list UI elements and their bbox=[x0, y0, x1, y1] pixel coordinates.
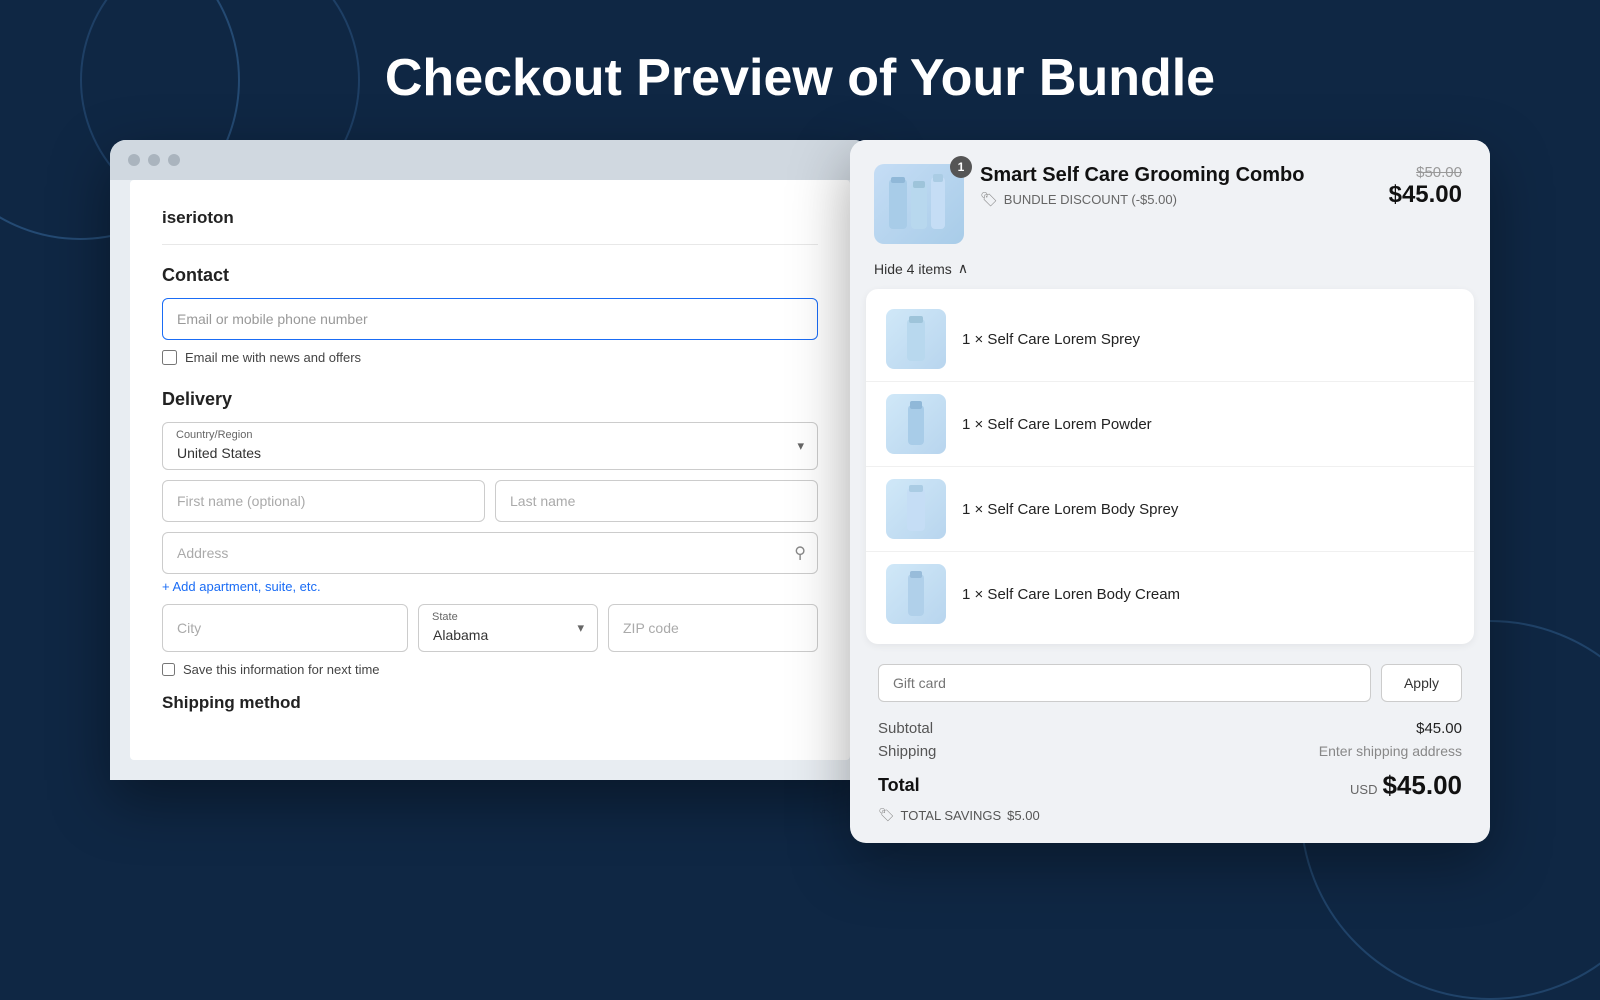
last-name-field[interactable] bbox=[495, 480, 818, 522]
total-amount: $45.00 bbox=[1382, 770, 1462, 801]
checkout-window: iserioton Contact Email me with news and… bbox=[110, 140, 870, 780]
newsletter-row: Email me with news and offers bbox=[162, 350, 818, 365]
item-name-2: 1 × Self Care Lorem Powder bbox=[962, 416, 1152, 433]
bundle-product-svg bbox=[879, 169, 959, 239]
zip-field[interactable] bbox=[608, 604, 818, 652]
name-row bbox=[162, 480, 818, 522]
newsletter-checkbox[interactable] bbox=[162, 350, 177, 365]
total-label: Total bbox=[878, 775, 920, 796]
original-price: $50.00 bbox=[1389, 164, 1462, 181]
state-label: State bbox=[432, 611, 458, 623]
list-item: 1 × Self Care Lorem Sprey bbox=[866, 297, 1474, 382]
bundle-header: 1 Smart Self Care Grooming Combo 🏷 BUNDL… bbox=[850, 140, 1490, 260]
country-select-wrapper: Country/Region United States ▾ bbox=[162, 422, 818, 470]
hide-items-chevron-icon: ∧ bbox=[958, 260, 968, 277]
savings-label: TOTAL SAVINGS bbox=[901, 808, 1002, 823]
sale-price: $45.00 bbox=[1389, 181, 1462, 208]
apply-button[interactable]: Apply bbox=[1381, 664, 1462, 702]
save-info-checkbox[interactable] bbox=[162, 663, 175, 676]
hide-items-label: Hide 4 items bbox=[874, 261, 952, 277]
items-dropdown: 1 × Self Care Lorem Sprey 1 × Self Care … bbox=[866, 289, 1474, 644]
shipping-value: Enter shipping address bbox=[1319, 743, 1462, 760]
savings-amount: $5.00 bbox=[1007, 808, 1040, 823]
country-label: Country/Region bbox=[176, 429, 252, 441]
list-item: 1 × Self Care Loren Body Cream bbox=[866, 552, 1474, 636]
list-item: 1 × Self Care Lorem Powder bbox=[866, 382, 1474, 467]
total-value-group: USD $45.00 bbox=[1350, 770, 1462, 801]
window-dot-1 bbox=[128, 154, 140, 166]
shipping-method-label: Shipping method bbox=[162, 693, 818, 713]
save-info-label: Save this information for next time bbox=[183, 662, 380, 677]
bundle-image-wrapper: 1 bbox=[874, 164, 964, 244]
bundle-main-image bbox=[874, 164, 964, 244]
item-image-2 bbox=[886, 394, 946, 454]
list-item: 1 × Self Care Lorem Body Sprey bbox=[866, 467, 1474, 552]
item-image-3 bbox=[886, 479, 946, 539]
address-field[interactable] bbox=[162, 532, 818, 574]
first-name-field[interactable] bbox=[162, 480, 485, 522]
savings-shield-icon: 🏷 bbox=[878, 807, 895, 823]
checkout-content: iserioton Contact Email me with news and… bbox=[130, 180, 850, 760]
discount-shield-icon: 🏷 bbox=[980, 191, 998, 208]
window-dot-3 bbox=[168, 154, 180, 166]
item-name-1: 1 × Self Care Lorem Sprey bbox=[962, 331, 1140, 348]
add-apartment-link[interactable]: + Add apartment, suite, etc. bbox=[162, 579, 321, 594]
bundle-info: Smart Self Care Grooming Combo 🏷 BUNDLE … bbox=[980, 164, 1373, 214]
bundle-discount-label: BUNDLE DISCOUNT (-$5.00) bbox=[1004, 192, 1177, 207]
main-area: iserioton Contact Email me with news and… bbox=[0, 140, 1600, 843]
gift-card-input[interactable] bbox=[878, 664, 1371, 702]
total-currency: USD bbox=[1350, 782, 1377, 797]
item-image-4 bbox=[886, 564, 946, 624]
total-row: Total USD $45.00 bbox=[878, 770, 1462, 801]
gift-card-row: Apply bbox=[878, 664, 1462, 702]
bundle-discount-row: 🏷 BUNDLE DISCOUNT (-$5.00) bbox=[980, 191, 1373, 208]
subtotal-value: $45.00 bbox=[1416, 720, 1462, 737]
savings-row: 🏷 TOTAL SAVINGS $5.00 bbox=[878, 807, 1462, 823]
window-dot-2 bbox=[148, 154, 160, 166]
delivery-section-label: Delivery bbox=[162, 389, 818, 410]
item-image-1 bbox=[886, 309, 946, 369]
store-name: iserioton bbox=[162, 208, 818, 245]
email-field[interactable] bbox=[162, 298, 818, 340]
subtotal-label: Subtotal bbox=[878, 720, 933, 737]
subtotal-row: Subtotal $45.00 bbox=[878, 720, 1462, 737]
shipping-label: Shipping bbox=[878, 743, 936, 760]
city-field[interactable] bbox=[162, 604, 408, 652]
shipping-row: Shipping Enter shipping address bbox=[878, 743, 1462, 760]
country-select[interactable]: United States bbox=[162, 422, 818, 470]
bundle-prices: $50.00 $45.00 bbox=[1389, 164, 1462, 209]
order-panel: 1 Smart Self Care Grooming Combo 🏷 BUNDL… bbox=[850, 140, 1490, 843]
hide-items-toggle[interactable]: Hide 4 items ∧ bbox=[850, 260, 1490, 289]
item-name-3: 1 × Self Care Lorem Body Sprey bbox=[962, 501, 1178, 518]
bundle-count-badge: 1 bbox=[950, 156, 972, 178]
window-titlebar bbox=[110, 140, 870, 180]
address-search-icon: ⚲ bbox=[794, 543, 806, 563]
order-bottom: Apply Subtotal $45.00 Shipping Enter shi… bbox=[850, 644, 1490, 843]
city-state-zip-row: State Alabama ▾ bbox=[162, 604, 818, 652]
item-name-4: 1 × Self Care Loren Body Cream bbox=[962, 586, 1180, 603]
delivery-section: Delivery Country/Region United States ▾ … bbox=[162, 389, 818, 713]
save-info-row: Save this information for next time bbox=[162, 662, 818, 677]
state-select-wrapper: State Alabama ▾ bbox=[418, 604, 598, 652]
newsletter-label: Email me with news and offers bbox=[185, 350, 361, 365]
address-wrapper: ⚲ bbox=[162, 532, 818, 574]
contact-section-label: Contact bbox=[162, 265, 818, 286]
page-title: Checkout Preview of Your Bundle bbox=[0, 0, 1600, 140]
contact-section: Contact Email me with news and offers bbox=[162, 265, 818, 365]
bundle-name: Smart Self Care Grooming Combo bbox=[980, 164, 1373, 187]
